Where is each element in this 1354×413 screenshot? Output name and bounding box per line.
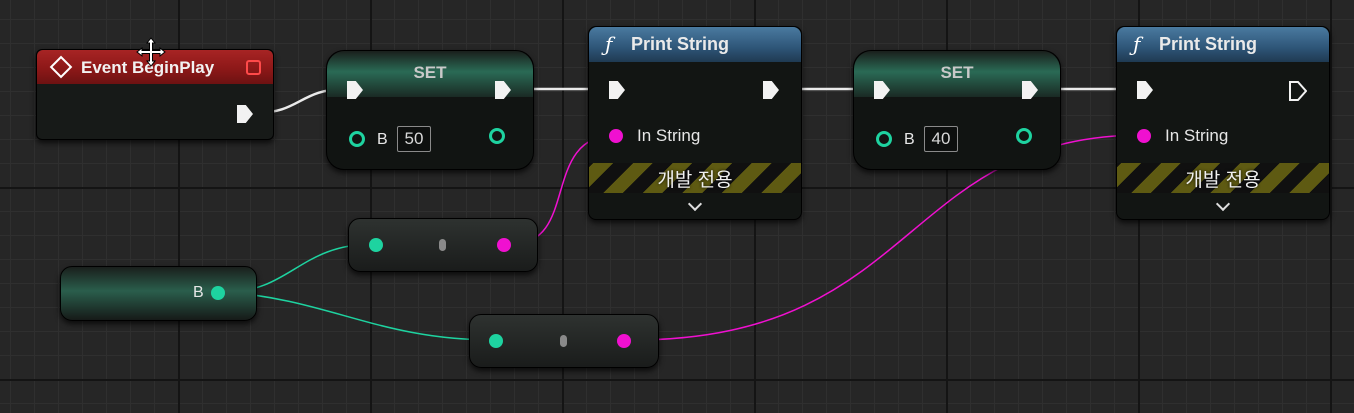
chevron-down-icon[interactable] (1215, 196, 1231, 212)
print-title: Print String (1159, 34, 1257, 54)
integer-output-pin[interactable] (211, 286, 225, 300)
conversion-dot-icon (560, 335, 567, 347)
exec-input-pin[interactable] (1137, 81, 1153, 99)
variable-label: B (904, 131, 915, 148)
exec-output-pin[interactable] (763, 81, 779, 99)
set-node[interactable]: SET B 40 (853, 50, 1061, 170)
integer-wire (225, 291, 495, 341)
variable-label: B (193, 284, 204, 301)
string-output-pin[interactable] (497, 238, 511, 252)
integer-input-pin[interactable] (876, 131, 892, 147)
in-string-label: In String (637, 126, 701, 145)
set-title: SET (413, 63, 447, 82)
print-header: ƒ Print String (589, 27, 801, 62)
development-only-label: 개발 전용 (1185, 170, 1261, 191)
conversion-dot-icon (439, 239, 446, 251)
exec-output-pin[interactable] (237, 105, 253, 123)
stop-icon (246, 60, 261, 75)
value-field[interactable]: 40 (924, 126, 958, 152)
integer-output-pin[interactable] (1016, 128, 1032, 144)
value-field[interactable]: 50 (397, 126, 431, 152)
function-icon: ƒ (605, 32, 613, 56)
development-only-label: 개발 전용 (657, 170, 733, 191)
string-input-pin[interactable] (1137, 129, 1151, 143)
conversion-node[interactable] (469, 314, 659, 368)
integer-output-pin[interactable] (489, 128, 505, 144)
get-variable-node[interactable]: B (60, 266, 257, 321)
conversion-node[interactable] (348, 218, 538, 272)
integer-input-pin[interactable] (349, 131, 365, 147)
print-header: ƒ Print String (1117, 27, 1329, 62)
set-title: SET (940, 63, 974, 82)
integer-input-pin[interactable] (369, 238, 383, 252)
string-input-pin[interactable] (609, 129, 623, 143)
print-string-node[interactable]: ƒ Print String In String 개발 전용 (1116, 26, 1330, 220)
integer-input-pin[interactable] (489, 334, 503, 348)
function-icon: ƒ (1133, 32, 1141, 56)
exec-input-pin[interactable] (609, 81, 625, 99)
print-string-node[interactable]: ƒ Print String In String 개발 전용 (588, 26, 802, 220)
move-cursor-icon (136, 37, 166, 67)
chevron-down-icon[interactable] (687, 196, 703, 212)
print-title: Print String (631, 34, 729, 54)
exec-output-pin-unconnected[interactable] (1289, 81, 1307, 101)
set-node[interactable]: SET B 50 (326, 50, 534, 170)
in-string-label: In String (1165, 126, 1229, 145)
string-output-pin[interactable] (617, 334, 631, 348)
variable-label: B (377, 131, 388, 148)
event-diamond-icon (49, 55, 73, 79)
